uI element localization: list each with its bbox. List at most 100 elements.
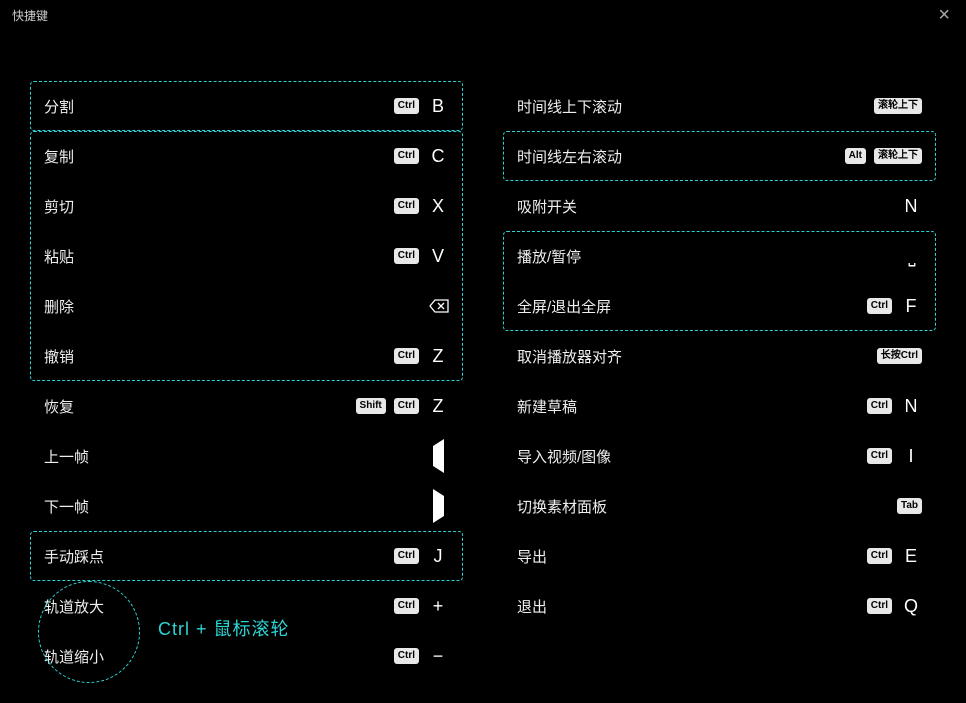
modifier-key: Alt — [845, 148, 866, 164]
modifier-key: Ctrl — [394, 98, 419, 114]
shortcut-keys: Ctrl C — [394, 146, 449, 167]
shortcut-row[interactable]: 轨道缩小 Ctrl− — [30, 631, 463, 681]
shortcut-keys — [427, 296, 449, 317]
shortcut-row[interactable]: 下一帧 — [30, 481, 463, 531]
shortcut-label: 吸附开关 — [517, 196, 577, 217]
modifier-key: Ctrl — [867, 398, 892, 414]
shortcut-row[interactable]: 上一帧 — [30, 431, 463, 481]
shortcut-row[interactable]: 粘贴 Ctrl V — [30, 231, 463, 281]
key-letter: X — [427, 196, 449, 217]
shortcut-row[interactable]: 恢复ShiftCtrlZ — [30, 381, 463, 431]
modifier-key: Ctrl — [394, 598, 419, 614]
shortcut-row[interactable]: 吸附开关 N — [503, 181, 936, 231]
modifier-key: Ctrl — [394, 148, 419, 164]
shortcut-row[interactable]: 导入视频/图像 CtrlI — [503, 431, 936, 481]
shortcut-label: 复制 — [44, 146, 74, 167]
shortcut-label: 撤销 — [44, 346, 74, 367]
key-letter: J — [427, 546, 449, 567]
shortcut-label: 下一帧 — [44, 496, 89, 517]
shortcut-keys: CtrlZ — [394, 346, 449, 367]
shortcut-keys: Ctrl N — [867, 396, 922, 417]
shortcut-label: 删除 — [44, 296, 74, 317]
modifier-key: Ctrl — [394, 348, 419, 364]
key-letter: N — [900, 396, 922, 417]
shortcut-label: 上一帧 — [44, 446, 89, 467]
shortcut-label: 轨道缩小 — [44, 646, 104, 667]
shortcut-label: 全屏/退出全屏 — [517, 296, 611, 317]
shortcut-keys — [427, 446, 449, 467]
shortcut-keys: CtrlI — [867, 446, 922, 467]
modifier-key: 滚轮上下 — [874, 98, 922, 114]
shortcut-row[interactable]: 导出 Ctrl E — [503, 531, 936, 581]
modifier-key: Ctrl — [867, 448, 892, 464]
shortcut-keys: CtrlF — [867, 296, 922, 317]
shortcut-keys: 长按Ctrl — [877, 348, 922, 364]
shortcuts-content: 分割CtrlB复制CtrlC剪切CtrlX粘贴CtrlV删除撤销CtrlZ恢复S… — [0, 31, 966, 681]
key-letter: Q — [900, 596, 922, 617]
shortcut-row[interactable]: 新建草稿 Ctrl N — [503, 381, 936, 431]
spacebar-icon: ⎵ — [908, 246, 913, 266]
modifier-key: Ctrl — [394, 548, 419, 564]
shortcut-row[interactable]: 删除 — [30, 281, 463, 331]
shortcut-keys: Ctrl Q — [867, 596, 922, 617]
arrow-right-icon — [433, 489, 444, 523]
shortcut-label: 粘贴 — [44, 246, 74, 267]
key-letter: V — [427, 246, 449, 267]
modifier-key: Ctrl — [867, 598, 892, 614]
shortcut-row[interactable]: 播放/暂停 ⎵ — [503, 231, 936, 281]
shortcut-label: 分割 — [44, 96, 74, 117]
modifier-key: Ctrl — [394, 198, 419, 214]
shortcut-row[interactable]: 退出 Ctrl Q — [503, 581, 936, 631]
shortcut-label: 导入视频/图像 — [517, 446, 611, 467]
shortcut-keys: Ctrl− — [394, 646, 449, 667]
modifier-key: Ctrl — [867, 548, 892, 564]
shortcut-label: 时间线上下滚动 — [517, 96, 622, 117]
close-icon[interactable]: × — [934, 4, 954, 27]
arrow-left-icon — [433, 439, 444, 473]
shortcut-keys: N — [900, 196, 922, 217]
modifier-key: Ctrl — [394, 398, 419, 414]
shortcut-row[interactable]: 时间线左右滚动 Alt 滚轮上下 — [503, 131, 936, 181]
shortcuts-left-column: 分割CtrlB复制CtrlC剪切CtrlX粘贴CtrlV删除撤销CtrlZ恢复S… — [30, 81, 463, 681]
shortcut-label: 切换素材面板 — [517, 496, 607, 517]
shortcut-keys: CtrlB — [394, 96, 449, 117]
shortcut-row[interactable]: 取消播放器对齐 长按Ctrl — [503, 331, 936, 381]
shortcut-keys: Tab — [897, 498, 922, 514]
shortcut-label: 剪切 — [44, 196, 74, 217]
key-letter: F — [900, 296, 922, 317]
shortcut-row[interactable]: 复制 Ctrl C — [30, 131, 463, 181]
key-letter: C — [427, 146, 449, 167]
modifier-key: 滚轮上下 — [874, 148, 922, 164]
shortcut-label: 时间线左右滚动 — [517, 146, 622, 167]
shortcut-row[interactable]: 撤销 CtrlZ — [30, 331, 463, 381]
modifier-key: Shift — [356, 398, 386, 414]
shortcut-label: 取消播放器对齐 — [517, 346, 622, 367]
key-letter: E — [900, 546, 922, 567]
shortcut-keys: Alt 滚轮上下 — [845, 148, 922, 164]
shortcut-keys: Ctrl E — [867, 546, 922, 567]
shortcut-label: 播放/暂停 — [517, 246, 581, 267]
shortcut-keys: Ctrl X — [394, 196, 449, 217]
modifier-key: Ctrl — [394, 248, 419, 264]
modifier-key: 长按Ctrl — [877, 348, 922, 364]
shortcut-row[interactable]: 剪切 Ctrl X — [30, 181, 463, 231]
shortcut-keys: ShiftCtrlZ — [356, 396, 449, 417]
modifier-key: Tab — [897, 498, 922, 514]
shortcut-keys: Ctrl V — [394, 246, 449, 267]
window-title: 快捷键 — [12, 7, 48, 24]
shortcut-row[interactable]: 分割 CtrlB — [30, 81, 463, 131]
shortcut-label: 新建草稿 — [517, 396, 577, 417]
shortcut-row[interactable]: 手动踩点 Ctrl J — [30, 531, 463, 581]
shortcut-keys — [427, 496, 449, 517]
shortcut-row[interactable]: 时间线上下滚动 滚轮上下 — [503, 81, 936, 131]
shortcut-row[interactable]: 切换素材面板 Tab — [503, 481, 936, 531]
modifier-key: Ctrl — [394, 648, 419, 664]
shortcut-label: 导出 — [517, 546, 547, 567]
shortcut-keys: ⎵ — [900, 246, 922, 267]
shortcut-row[interactable]: 轨道放大Ctrl+ — [30, 581, 463, 631]
shortcut-row[interactable]: 全屏/退出全屏 CtrlF — [503, 281, 936, 331]
shortcut-label: 手动踩点 — [44, 546, 104, 567]
shortcut-keys: Ctrl J — [394, 546, 449, 567]
shortcut-label: 退出 — [517, 596, 547, 617]
key-letter: N — [900, 196, 922, 217]
